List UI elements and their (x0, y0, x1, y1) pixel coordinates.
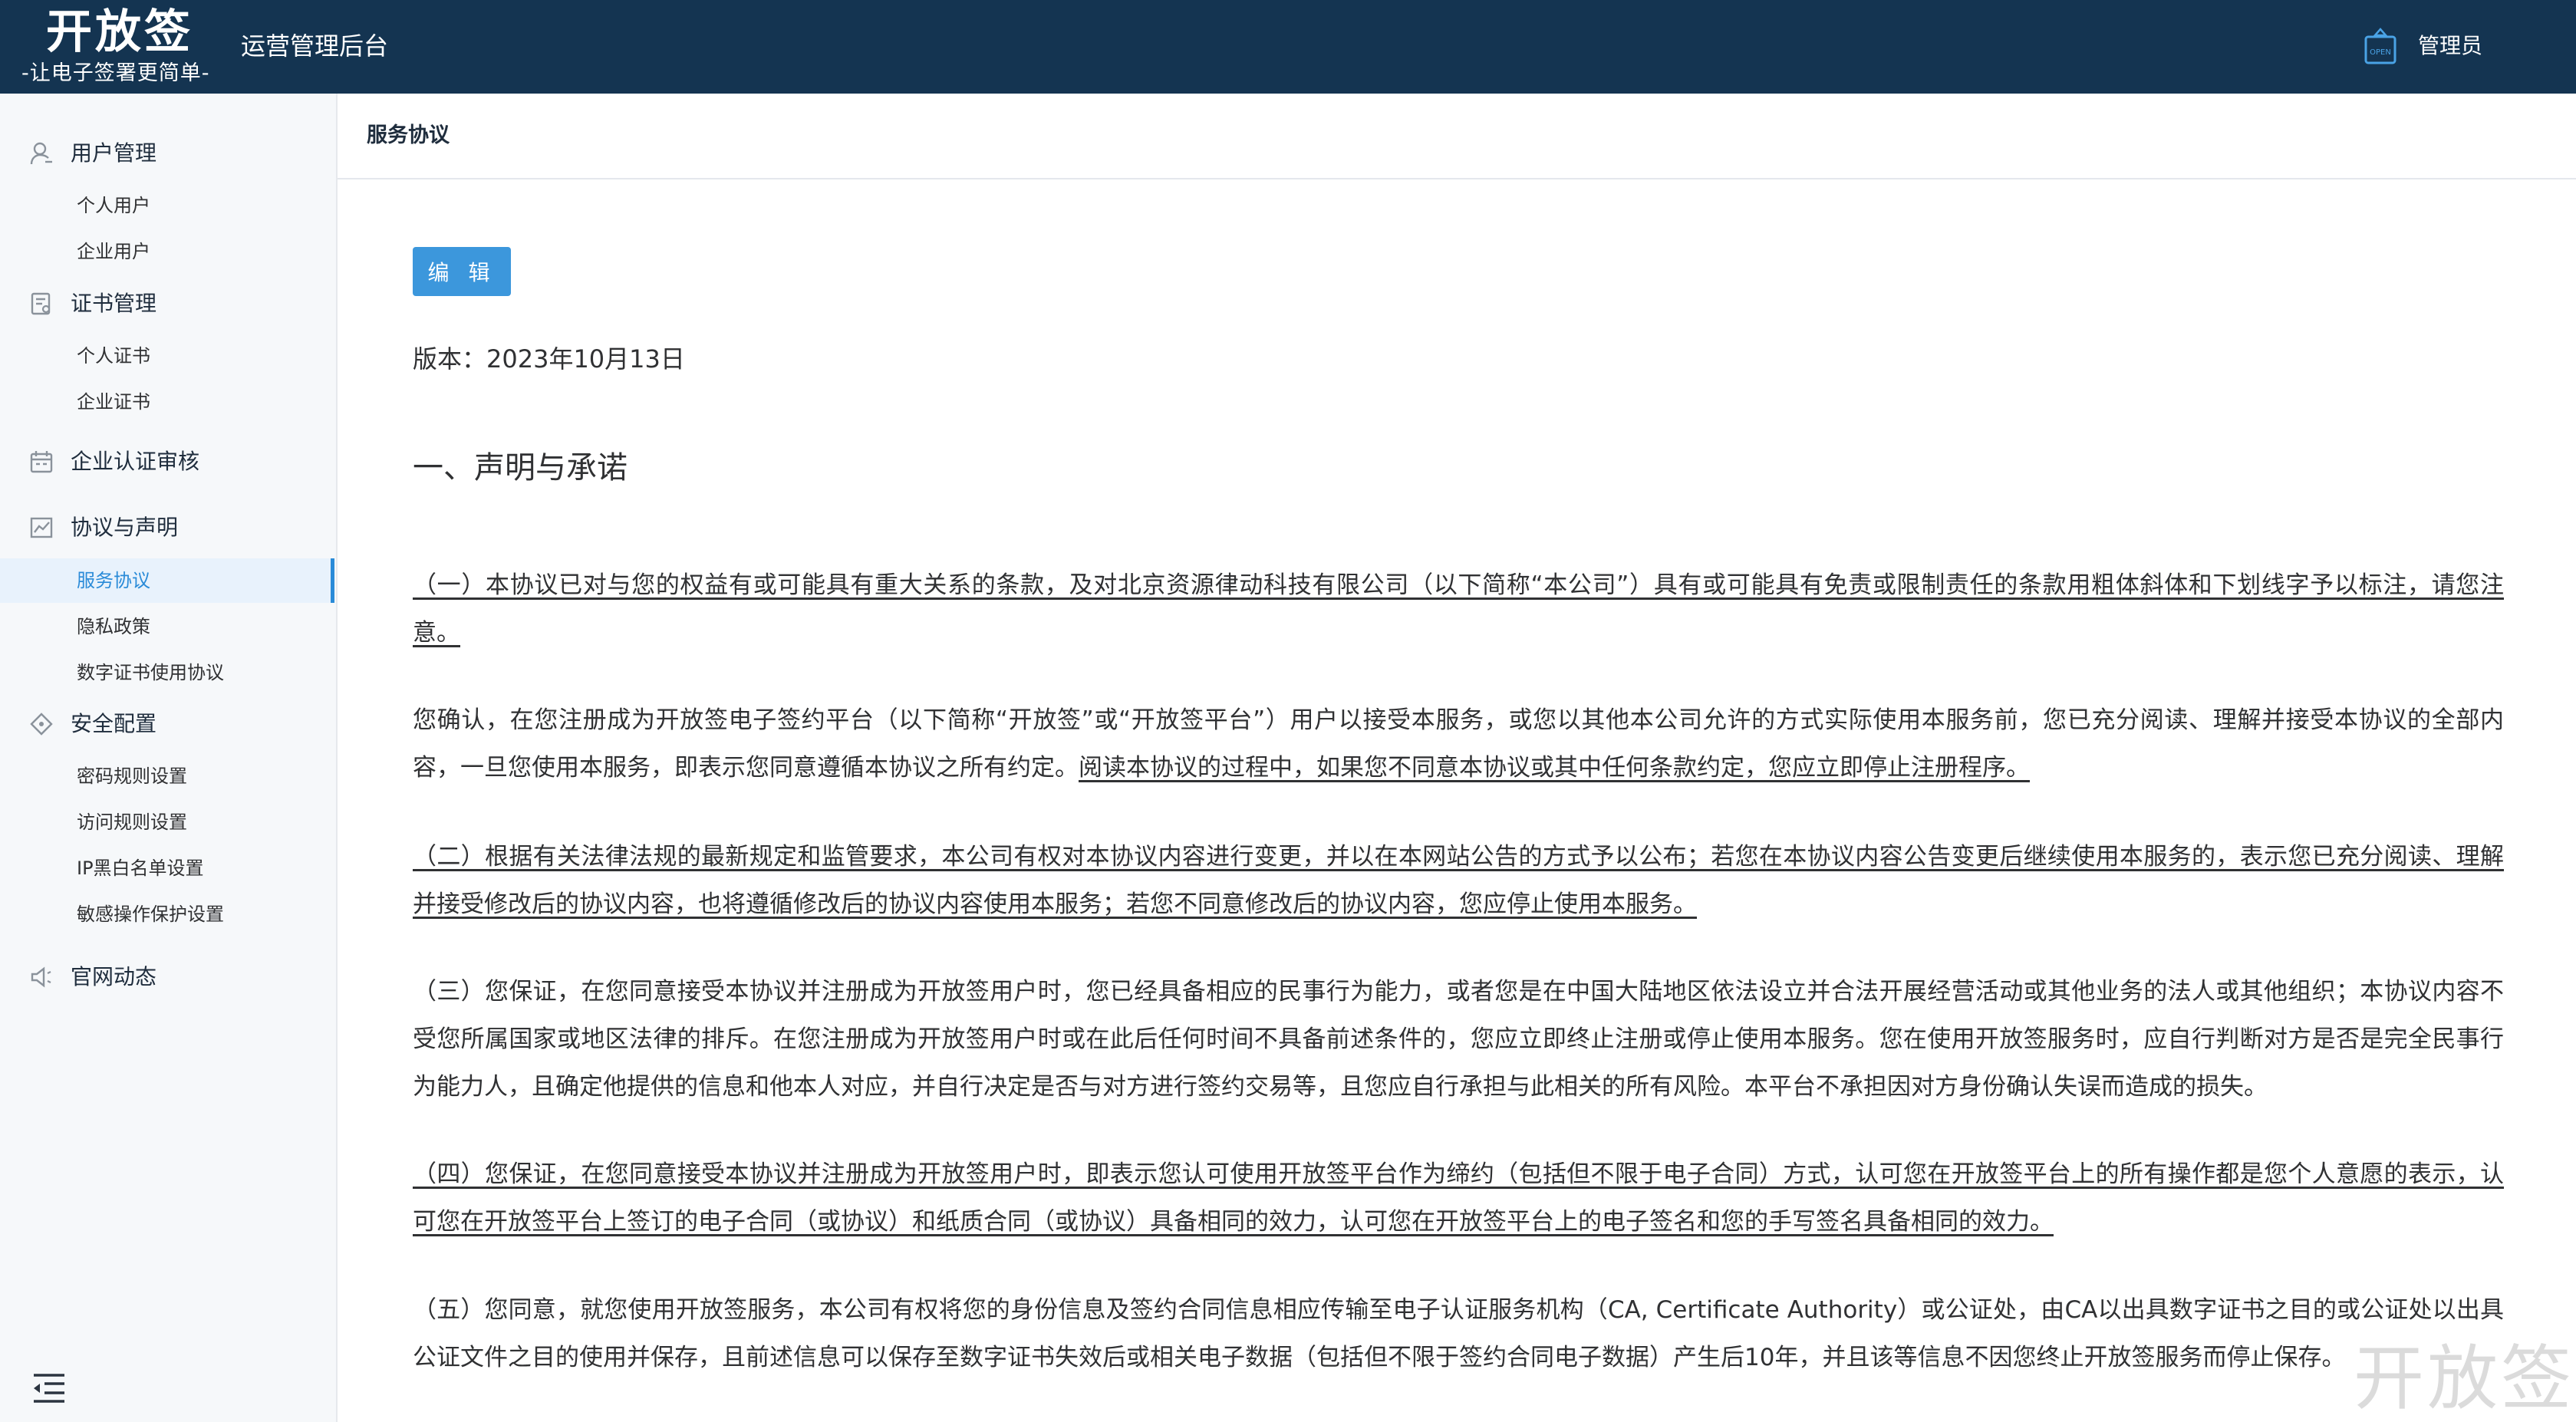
sidebar-item-service-agreement[interactable]: 服务协议 (0, 558, 334, 603)
sidebar: 用户管理 个人用户 企业用户 证书管理 个人证书 企业证书 企业认证审核 协议与… (0, 94, 338, 1422)
agreement-paragraph-2-underlined: 阅读本协议的过程中，如果您不同意本协议或其中任何条款约定，您应立即停止注册程序。 (1079, 754, 2030, 782)
sidebar-item-privacy-policy[interactable]: 隐私政策 (0, 604, 334, 649)
speaker-icon (31, 966, 51, 988)
agreement-paragraph-1: （一）本协议已对与您的权益有或可能具有重大关系的条款，及对北京资源律动科技有限公… (413, 571, 2504, 647)
sidebar-group-label: 证书管理 (71, 291, 157, 316)
user-icon (30, 142, 52, 165)
sidebar-item-label: 访问规则设置 (77, 811, 187, 833)
agreement-paragraph-3: （二）根据有关法律法规的最新规定和监管要求，本公司有权对本协议内容进行变更，并以… (413, 843, 2504, 918)
top-bar: 开放签 -让电子签署更简单- 运营管理后台 OPEN 管理员 (0, 0, 2576, 94)
sidebar-item-access-rules[interactable]: 访问规则设置 (0, 800, 334, 844)
svg-text:OPEN: OPEN (2370, 48, 2391, 57)
section-heading: 一、声明与承诺 (413, 450, 628, 486)
brand-slogan: -让电子签署更简单- (21, 61, 210, 85)
sidebar-group-website-news[interactable]: 官网动态 (0, 954, 334, 1000)
sidebar-item-personal-certificates[interactable]: 个人证书 (0, 334, 334, 378)
agreement-paragraph-4: （三）您保证，在您同意接受本协议并注册成为开放签用户时，您已经具备相应的民事行为… (413, 978, 2504, 1101)
sidebar-item-label: 个人用户 (77, 195, 150, 216)
sidebar-group-label: 协议与声明 (71, 515, 179, 540)
certificate-icon (31, 292, 51, 315)
sidebar-group-label: 用户管理 (71, 140, 157, 166)
diamond-icon (30, 713, 53, 736)
sidebar-item-sensitive-operation-protection[interactable]: 敏感操作保护设置 (0, 892, 334, 936)
watermark-text: 开放签 (2354, 1338, 2575, 1420)
edit-button[interactable]: 编 辑 (413, 247, 511, 296)
admin-user-menu[interactable]: 管理员 (2418, 29, 2482, 63)
sidebar-item-label: 企业用户 (77, 241, 150, 262)
content-header: 服务协议 (338, 94, 2576, 179)
app-name: 运营管理后台 (241, 31, 389, 61)
sidebar-item-ip-list[interactable]: IP黑白名单设置 (0, 846, 334, 890)
open-badge-icon[interactable]: OPEN (2363, 28, 2398, 66)
sidebar-item-label: 敏感操作保护设置 (77, 904, 224, 925)
sidebar-item-personal-users[interactable]: 个人用户 (0, 183, 334, 228)
page-title: 服务协议 (367, 123, 450, 147)
sidebar-item-label: 隐私政策 (77, 616, 150, 637)
sidebar-group-certificate-management[interactable]: 证书管理 (0, 281, 334, 327)
agreement-paragraph-5: （四）您保证，在您同意接受本协议并注册成为开放签用户时，即表示您认可使用开放签平… (413, 1160, 2504, 1236)
sidebar-group-agreements[interactable]: 协议与声明 (0, 505, 334, 551)
brand-logo-title[interactable]: 开放签 (46, 3, 193, 61)
agreement-paragraph-6: （五）您同意，就您使用开放签服务，本公司有权将您的身份信息及签约合同信息相应传输… (413, 1296, 2504, 1371)
version-text: 版本：2023年10月13日 (413, 344, 685, 374)
chart-line-icon (30, 517, 53, 538)
agreement-paragraph-2: 您确认，在您注册成为开放签电子签约平台（以下简称“开放签”或“开放签平台”）用户… (413, 696, 2504, 792)
sidebar-group-label: 安全配置 (71, 711, 157, 736)
sidebar-item-label: 数字证书使用协议 (77, 662, 224, 683)
menu-fold-icon[interactable] (31, 1371, 68, 1405)
sidebar-item-label: 密码规则设置 (77, 765, 187, 787)
sidebar-item-label: IP黑白名单设置 (77, 857, 204, 879)
sidebar-item-password-rules[interactable]: 密码规则设置 (0, 754, 334, 798)
sidebar-group-enterprise-verification[interactable]: 企业认证审核 (0, 439, 334, 485)
sidebar-group-label: 企业认证审核 (71, 449, 200, 474)
sidebar-item-label: 个人证书 (77, 345, 150, 367)
sidebar-group-user-management[interactable]: 用户管理 (0, 130, 334, 176)
sidebar-item-enterprise-certificates[interactable]: 企业证书 (0, 380, 334, 424)
sidebar-item-label: 服务协议 (77, 570, 150, 591)
calendar-icon (30, 451, 53, 473)
sidebar-group-label: 官网动态 (71, 964, 157, 989)
sidebar-item-certificate-usage-agreement[interactable]: 数字证书使用协议 (0, 650, 334, 695)
sidebar-item-label: 企业证书 (77, 391, 150, 413)
sidebar-group-security[interactable]: 安全配置 (0, 701, 334, 747)
sidebar-item-enterprise-users[interactable]: 企业用户 (0, 229, 334, 274)
